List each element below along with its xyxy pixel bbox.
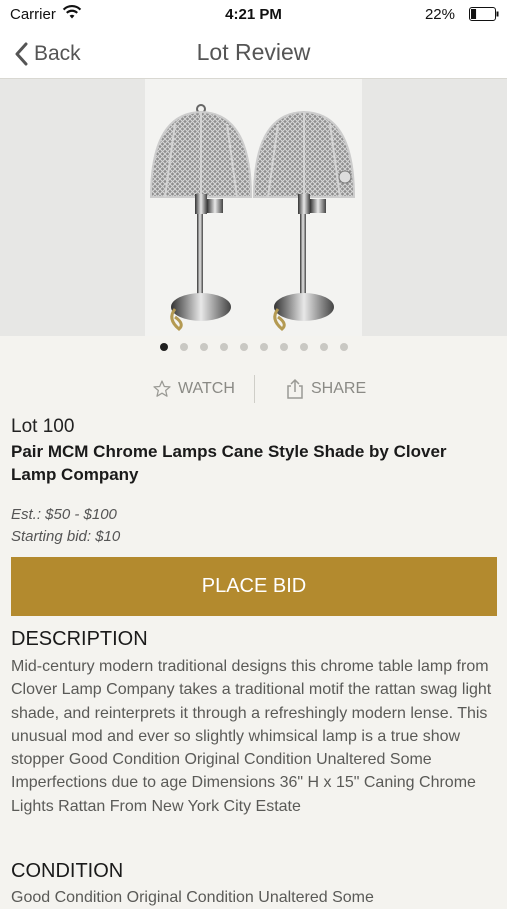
page-title: Lot Review xyxy=(196,39,311,65)
carousel-dot[interactable] xyxy=(339,343,348,351)
star-outline-icon xyxy=(153,380,171,397)
lot-starting-bid: Starting bid: $10 xyxy=(11,528,121,545)
share-button[interactable]: SHARE xyxy=(285,372,366,406)
share-label: SHARE xyxy=(311,380,367,397)
lot-actions: WATCH SHARE xyxy=(0,372,507,406)
carousel-dot[interactable] xyxy=(279,343,288,351)
place-bid-button[interactable]: PLACE BID xyxy=(11,557,497,616)
status-bar: Carrier 4:21 PM 22% xyxy=(0,0,507,30)
condition-heading: CONDITION xyxy=(11,860,124,882)
battery-icon xyxy=(469,7,499,21)
watch-label: WATCH xyxy=(178,380,235,397)
carousel-dot[interactable] xyxy=(319,343,328,351)
carousel-dot[interactable] xyxy=(239,343,248,351)
carousel-dot[interactable] xyxy=(219,343,228,351)
lot-number: Lot 100 xyxy=(11,416,75,437)
battery-percent: 22% xyxy=(424,6,455,23)
carousel-dot[interactable] xyxy=(179,343,188,351)
lot-image-carousel[interactable] xyxy=(0,79,507,336)
carousel-dot[interactable] xyxy=(159,343,168,351)
share-icon xyxy=(287,378,303,399)
carousel-dot[interactable] xyxy=(259,343,268,351)
nav-bar: Back Lot Review xyxy=(0,30,507,79)
watch-button[interactable]: WATCH xyxy=(152,372,235,406)
actions-divider xyxy=(254,375,255,403)
carousel-dot[interactable] xyxy=(199,343,208,351)
lamps-image xyxy=(149,104,356,331)
condition-text: Good Condition Original Condition Unalte… xyxy=(11,889,374,906)
description-heading: DESCRIPTION xyxy=(11,628,148,650)
lot-title: Pair MCM Chrome Lamps Cane Style Shade b… xyxy=(11,442,447,484)
lot-photo xyxy=(145,79,362,336)
lot-estimate: Est.: $50 - $100 xyxy=(11,506,117,523)
description-text: Mid-century modern traditional designs t… xyxy=(11,658,492,815)
carousel-page-indicator[interactable] xyxy=(0,343,507,355)
carousel-dot[interactable] xyxy=(299,343,308,351)
